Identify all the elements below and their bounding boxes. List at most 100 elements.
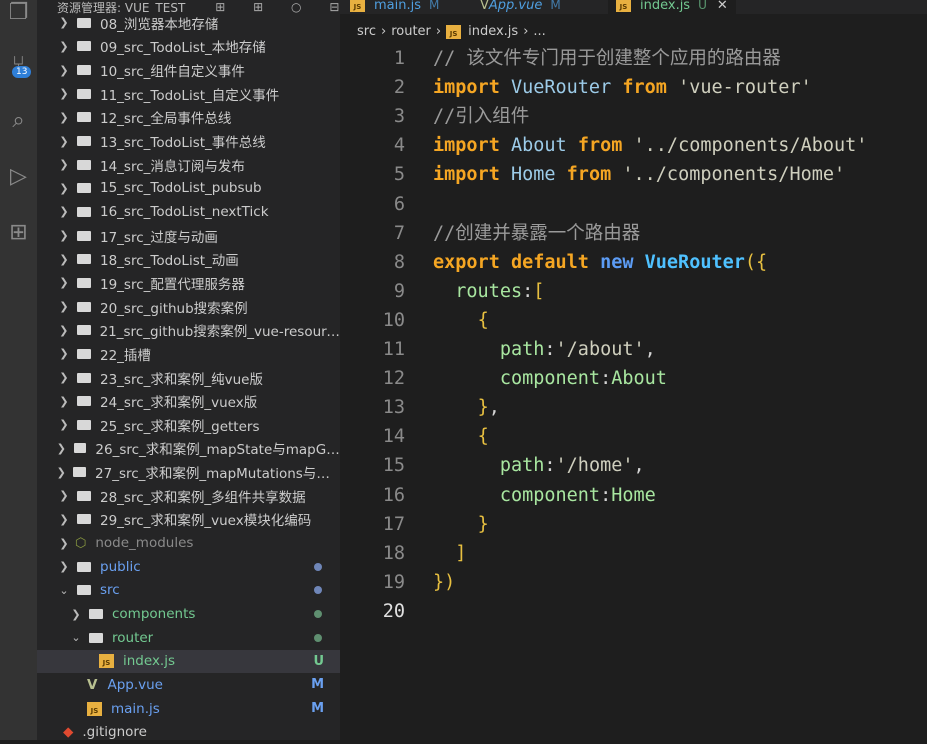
tree-item[interactable]: ❯16_src_TodoList_nextTick <box>37 200 340 224</box>
code-line[interactable]: }, <box>433 393 500 422</box>
code-line[interactable]: { <box>433 422 489 451</box>
chevron-right-icon[interactable]: ❯ <box>57 205 71 218</box>
tree-item[interactable]: ❯13_src_TodoList_事件总线 <box>37 129 340 153</box>
code-line[interactable]: // 该文件专门用于创建整个应用的路由器 <box>433 44 781 73</box>
tree-item[interactable]: ❯11_src_TodoList_自定义事件 <box>37 82 340 106</box>
tab-status: M <box>429 0 439 12</box>
line-number: 18 <box>340 539 405 568</box>
chevron-right-icon[interactable]: ❯ <box>57 40 71 53</box>
tree-item[interactable]: ❯ 23_src_求和案例_纯vue版 <box>37 366 340 390</box>
close-icon[interactable]: ✕ <box>717 0 728 13</box>
tree-item[interactable]: ❯28_src_求和案例_多组件共享数据 <box>37 484 340 508</box>
extensions-icon[interactable]: ⊞ <box>0 212 37 252</box>
breadcrumb-item[interactable]: router <box>391 24 431 39</box>
tab-main-js[interactable]: JSmain.jsM <box>350 0 439 14</box>
tree-item[interactable]: ❯15_src_TodoList_pubsub <box>37 177 340 201</box>
tree-item[interactable]: ❯22_插槽 <box>37 342 340 366</box>
tree-item[interactable]: VApp.vueM <box>37 673 340 697</box>
code-line[interactable]: import About from '../components/About' <box>433 131 867 160</box>
chevron-right-icon[interactable]: ❯ <box>57 135 71 148</box>
tree-item[interactable]: ❯20_src_github搜索案例 <box>37 295 340 319</box>
tree-item[interactable]: ❯10_src_组件自定义事件 <box>37 58 340 82</box>
code-line[interactable]: import VueRouter from 'vue-router' <box>433 73 812 102</box>
chevron-right-icon[interactable]: ❯ <box>57 324 71 337</box>
tab-status: U <box>698 0 707 12</box>
source-control-icon[interactable]: ⑂ <box>0 44 37 84</box>
chevron-right-icon[interactable]: ❯ <box>57 158 71 171</box>
breadcrumb-item[interactable]: src <box>357 24 376 39</box>
tree-item[interactable]: ❯21_src_github搜索案例_vue-resource <box>37 318 340 342</box>
tree-item[interactable]: ❯⬡node_modules <box>37 531 340 555</box>
chevron-right-icon[interactable]: ❯ <box>57 537 71 550</box>
code-line[interactable]: component:Home <box>433 481 656 510</box>
code-line[interactable]: }) <box>433 568 455 597</box>
chevron-right-icon[interactable]: ❯ <box>57 229 71 242</box>
tree-item[interactable]: ❯17_src_过度与动画 <box>37 224 340 248</box>
tree-item[interactable]: ❯14_src_消息订阅与发布 <box>37 153 340 177</box>
chevron-right-icon[interactable]: ❯ <box>57 418 71 431</box>
chevron-right-icon[interactable]: ❯ <box>57 253 71 266</box>
chevron-right-icon[interactable]: ❯ <box>57 513 71 526</box>
tree-item-label: node_modules <box>95 535 193 551</box>
tree-item-label: 25_src_求和案例_getters <box>100 415 260 435</box>
code-line[interactable]: path:'/about', <box>433 335 656 364</box>
tree-item[interactable]: ❯08_浏览器本地存储 <box>37 11 340 35</box>
chevron-down-icon[interactable]: ⌄ <box>69 631 83 644</box>
vue-file-icon: V <box>480 0 489 13</box>
chevron-right-icon[interactable]: ❯ <box>57 395 71 408</box>
tree-item-label: 23_src_求和案例_纯vue版 <box>100 368 263 388</box>
run-debug-icon[interactable]: ▷ <box>0 156 37 196</box>
tree-item[interactable]: ❯27_src_求和案例_mapMutations与mapActions <box>37 460 340 484</box>
breadcrumb-item[interactable]: index.js <box>468 24 518 39</box>
tree-item[interactable]: ⌄src <box>37 579 340 603</box>
code-line[interactable]: ] <box>433 539 466 568</box>
tree-item[interactable]: ❯26_src_求和案例_mapState与mapGetters <box>37 437 340 461</box>
tab-index-js[interactable]: JSindex.jsU✕ <box>608 0 736 14</box>
code-line[interactable]: //创建并暴露一个路由器 <box>433 219 640 248</box>
chevron-right-icon[interactable]: ❯ <box>57 87 71 100</box>
code-line[interactable]: component:About <box>433 364 667 393</box>
chevron-down-icon[interactable]: ⌄ <box>57 584 71 597</box>
code-token <box>433 281 455 302</box>
tree-item[interactable]: ❯public <box>37 555 340 579</box>
chevron-right-icon[interactable]: ❯ <box>57 182 71 195</box>
tab-App-vue[interactable]: V App.vueM <box>480 0 561 14</box>
code-line[interactable]: routes:[ <box>433 277 544 306</box>
chevron-right-icon[interactable]: ❯ <box>57 560 71 573</box>
chevron-right-icon[interactable]: ❯ <box>69 608 83 621</box>
code-line[interactable]: //引入组件 <box>433 102 529 131</box>
tree-item[interactable]: JSmain.jsM <box>37 697 340 721</box>
tree-item[interactable]: JSindex.jsU <box>37 650 340 674</box>
code-line[interactable]: export default new VueRouter({ <box>433 248 767 277</box>
tree-item[interactable]: ⌄router <box>37 626 340 650</box>
code-line[interactable]: { <box>433 306 489 335</box>
code-line[interactable]: } <box>433 510 489 539</box>
tree-item[interactable]: ❯12_src_全局事件总线 <box>37 106 340 130</box>
tree-item[interactable]: ❯09_src_TodoList_本地存储 <box>37 35 340 59</box>
chevron-right-icon[interactable]: ❯ <box>57 276 71 289</box>
breadcrumb-item[interactable]: ... <box>533 24 545 39</box>
chevron-right-icon[interactable]: ❯ <box>57 64 71 77</box>
code-line[interactable]: import Home from '../components/Home' <box>433 160 845 189</box>
code-line[interactable]: path:'/home', <box>433 451 645 480</box>
chevron-right-icon[interactable]: ❯ <box>57 300 71 313</box>
chevron-right-icon[interactable]: ❯ <box>55 466 68 479</box>
folder-icon <box>73 467 86 477</box>
tree-item[interactable]: ❯18_src_TodoList_动画 <box>37 248 340 272</box>
chevron-right-icon[interactable]: ❯ <box>55 442 68 455</box>
tree-item[interactable]: ❯ 25_src_求和案例_getters <box>37 413 340 437</box>
chevron-right-icon[interactable]: ❯ <box>57 16 71 29</box>
chevron-right-icon[interactable]: ❯ <box>57 111 71 124</box>
tree-item[interactable]: ❯24_src_求和案例_vuex版 <box>37 389 340 413</box>
tree-item[interactable]: ❯19_src_配置代理服务器 <box>37 271 340 295</box>
tree-item[interactable]: ❯29_src_求和案例_vuex模块化编码 <box>37 508 340 532</box>
explorer-icon[interactable]: ❐ <box>0 0 37 32</box>
chevron-right-icon[interactable]: ❯ <box>57 371 71 384</box>
search-icon[interactable]: ⌕ <box>0 100 37 140</box>
tree-item[interactable]: ❯components <box>37 602 340 626</box>
code-token: { <box>478 426 489 447</box>
tree-item[interactable]: ◆.gitignore <box>37 721 340 744</box>
git-status-dot <box>314 563 322 571</box>
chevron-right-icon[interactable]: ❯ <box>57 489 71 502</box>
chevron-right-icon[interactable]: ❯ <box>57 347 71 360</box>
